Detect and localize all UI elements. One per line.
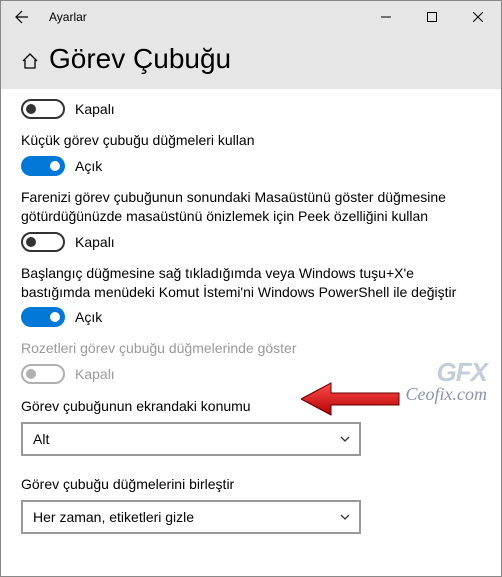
combine-buttons-value: Her zaman, etiketleri gizle xyxy=(33,509,194,525)
back-button[interactable] xyxy=(1,1,43,33)
minimize-button[interactable] xyxy=(363,1,409,33)
toggle-2-state: Açık xyxy=(75,158,102,174)
close-button[interactable] xyxy=(455,1,501,33)
home-icon xyxy=(21,52,39,70)
setting-badges: Rozetleri görev çubuğu düğmelerinde göst… xyxy=(21,339,481,384)
settings-content: Kapalı Küçük görev çubuğu düğmeleri kull… xyxy=(1,99,501,544)
chevron-down-icon xyxy=(339,511,351,523)
window-title: Ayarlar xyxy=(49,10,87,24)
arrow-left-icon xyxy=(14,9,30,25)
page-header: Görev Çubuğu xyxy=(1,33,501,89)
toggle-row-3: Kapalı xyxy=(21,232,481,252)
minimize-icon xyxy=(381,12,391,22)
toggle-4-state: Açık xyxy=(75,309,102,325)
window-controls xyxy=(363,1,501,33)
taskbar-location-dropdown[interactable]: Alt xyxy=(21,422,361,456)
toggle-row-1: Kapalı xyxy=(21,99,481,119)
setting-powershell-label: Başlangıç düğmesine sağ tıkladığımda vey… xyxy=(21,264,481,302)
home-button[interactable] xyxy=(21,52,39,70)
toggle-small-buttons[interactable] xyxy=(21,156,65,176)
maximize-button[interactable] xyxy=(409,1,455,33)
toggle-peek[interactable] xyxy=(21,232,65,252)
toggle-powershell[interactable] xyxy=(21,307,65,327)
toggle-badges xyxy=(21,364,65,384)
setting-powershell: Başlangıç düğmesine sağ tıkladığımda vey… xyxy=(21,264,481,328)
taskbar-location-value: Alt xyxy=(33,431,49,447)
toggle-3-state: Kapalı xyxy=(75,234,115,250)
combine-buttons-label: Görev çubuğu düğmelerini birleştir xyxy=(21,476,481,492)
toggle-1-state: Kapalı xyxy=(75,101,115,117)
setting-peek: Farenizi görev çubuğunun sonundaki Masaü… xyxy=(21,188,481,252)
maximize-icon xyxy=(427,12,437,22)
toggle-row-2: Açık xyxy=(21,156,481,176)
toggle-row-4: Açık xyxy=(21,307,481,327)
setting-peek-label: Farenizi görev çubuğunun sonundaki Masaü… xyxy=(21,188,481,226)
combine-buttons-dropdown[interactable]: Her zaman, etiketleri gizle xyxy=(21,500,361,534)
setting-small-buttons-label: Küçük görev çubuğu düğmeleri kullan xyxy=(21,131,481,150)
toggle-5-state: Kapalı xyxy=(75,366,115,382)
close-icon xyxy=(473,12,483,22)
toggle-row-5: Kapalı xyxy=(21,364,481,384)
setting-small-buttons: Küçük görev çubuğu düğmeleri kullan Açık xyxy=(21,131,481,176)
page-title: Görev Çubuğu xyxy=(49,43,231,75)
taskbar-location-label: Görev çubuğunun ekrandaki konumu xyxy=(21,398,481,414)
setting-badges-label: Rozetleri görev çubuğu düğmelerinde göst… xyxy=(21,339,481,358)
toggle-1[interactable] xyxy=(21,99,65,119)
chevron-down-icon xyxy=(339,433,351,445)
titlebar: Ayarlar xyxy=(1,1,501,33)
